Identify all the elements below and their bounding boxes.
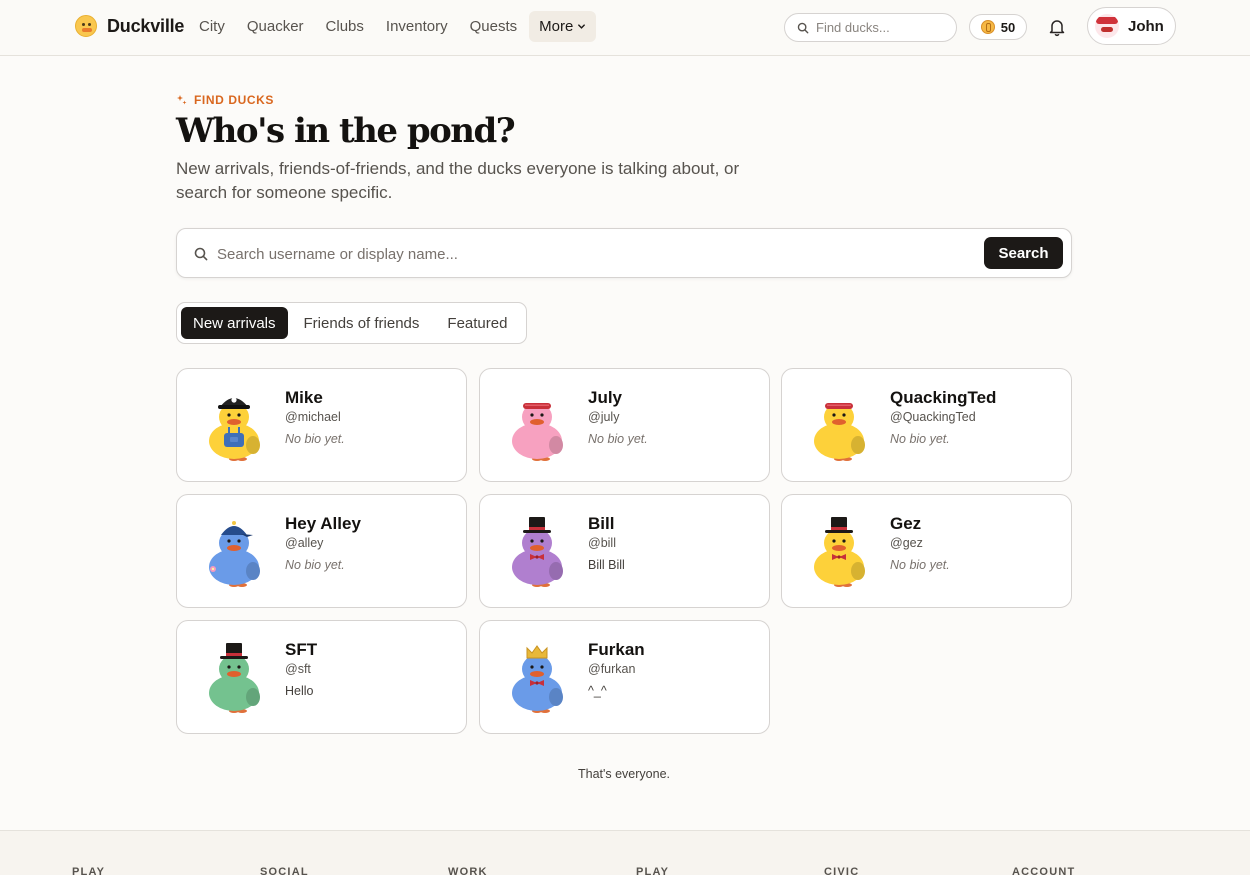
header-search-field[interactable] [784,13,957,42]
page-subtitle: New arrivals, friends-of-friends, and th… [176,159,740,202]
discovery-tabs: New arrivals Friends of friends Featured [176,302,527,344]
duck-display-name: Gez [890,514,922,533]
footer-heading-play-2: PLAY [636,866,670,875]
coin-icon [980,20,995,34]
page-title: Who's in the pond? [176,111,516,151]
tab-friends-of-friends[interactable]: Friends of friends [288,307,436,339]
nav-item-inventory[interactable]: Inventory [376,11,458,42]
nav-item-city[interactable]: City [189,11,235,42]
duck-username: @michael [285,410,341,424]
end-of-list-note: That's everyone. [577,767,671,781]
coin-count: 50 [1000,19,1016,35]
duck-bio: Bill Bill [588,558,625,572]
duck-bio: Hello [285,684,314,698]
duck-card[interactable]: SFT @sft Hello [176,620,467,734]
search-icon [797,22,809,33]
duck-avatar-icon [209,521,260,587]
app-name: Duckville [107,15,185,36]
duck-username: @alley [285,536,324,550]
user-menu-button[interactable]: John [1087,7,1176,45]
duck-card[interactable]: Hey Alley @alley No bio yet. [176,494,467,608]
nav-item-clubs[interactable]: Clubs [316,11,374,42]
top-navigation-bar: Duckville City Quacker Clubs Inventory Q… [0,0,1250,56]
duck-card[interactable]: July @july No bio yet. [479,368,770,482]
footer-heading-social: SOCIAL [260,866,309,875]
nav-item-quacker[interactable]: Quacker [237,11,314,42]
duck-username: @furkan [588,662,636,676]
duck-card[interactable]: Gez @gez No bio yet. [781,494,1072,608]
duck-avatar-icon [814,403,865,461]
chevron-down-icon [578,24,586,29]
user-name: John [1128,17,1164,35]
duck-display-name: Bill [588,514,615,533]
duck-username: @sft [285,662,311,676]
duck-avatar-icon [209,643,260,713]
duck-username: @gez [890,536,923,550]
duck-display-name: Mike [285,388,323,407]
duck-bio: No bio yet. [285,558,345,572]
footer-heading-play: PLAY [72,866,106,875]
duck-display-name: Furkan [588,640,645,659]
duck-username: @QuackingTed [890,410,976,424]
duck-bio: No bio yet. [588,432,648,446]
search-icon [194,247,208,261]
search-button[interactable]: Search [984,237,1063,269]
footer-heading-civic: CIVIC [824,866,860,875]
nav-more-label: More [539,18,574,35]
duck-display-name: Hey Alley [285,514,361,533]
duck-avatar-icon [512,517,563,587]
duck-bio: ^_^ [588,684,607,698]
footer-heading-account: ACCOUNT [1012,866,1076,875]
brand-link[interactable]: Duckville [75,15,184,37]
tab-new-arrivals[interactable]: New arrivals [181,307,288,339]
duck-logo-icon [75,15,97,37]
duck-search-input[interactable] [217,243,937,265]
duck-avatar-icon [209,397,260,461]
eyebrow-label: FIND DUCKS [194,93,274,107]
duck-bio: No bio yet. [285,432,345,446]
coin-balance[interactable]: 50 [969,14,1027,40]
duck-avatar-icon [512,645,563,713]
duck-avatar-icon [814,517,865,587]
avatar [1095,14,1119,38]
duck-bio: No bio yet. [890,558,950,572]
notifications-bell-icon[interactable] [1047,17,1067,37]
duck-username: @july [588,410,620,424]
sparkle-icon [177,95,187,105]
duck-card[interactable]: Mike @michael No bio yet. [176,368,467,482]
main-nav: City Quacker Clubs Inventory Quests More [189,11,597,42]
tab-featured[interactable]: Featured [435,307,519,339]
duck-card[interactable]: Bill @bill Bill Bill [479,494,770,608]
footer-heading-work: WORK [448,866,488,875]
duck-display-name: SFT [285,640,318,659]
nav-more-dropdown[interactable]: More [529,11,597,42]
duck-search-bar: Search [176,228,1072,278]
duck-display-name: QuackingTed [890,388,997,407]
duck-display-name: July [588,388,623,407]
duck-username: @bill [588,536,616,550]
section-eyebrow: FIND DUCKS [176,93,274,107]
duck-avatar-icon [512,403,563,461]
duck-card[interactable]: QuackingTed @QuackingTed No bio yet. [781,368,1072,482]
footer: PLAY SOCIAL WORK PLAY CIVIC ACCOUNT [0,830,1250,875]
header-search-input[interactable] [816,20,936,35]
duck-card[interactable]: Furkan @furkan ^_^ [479,620,770,734]
duck-bio: No bio yet. [890,432,950,446]
nav-item-quests[interactable]: Quests [460,11,528,42]
